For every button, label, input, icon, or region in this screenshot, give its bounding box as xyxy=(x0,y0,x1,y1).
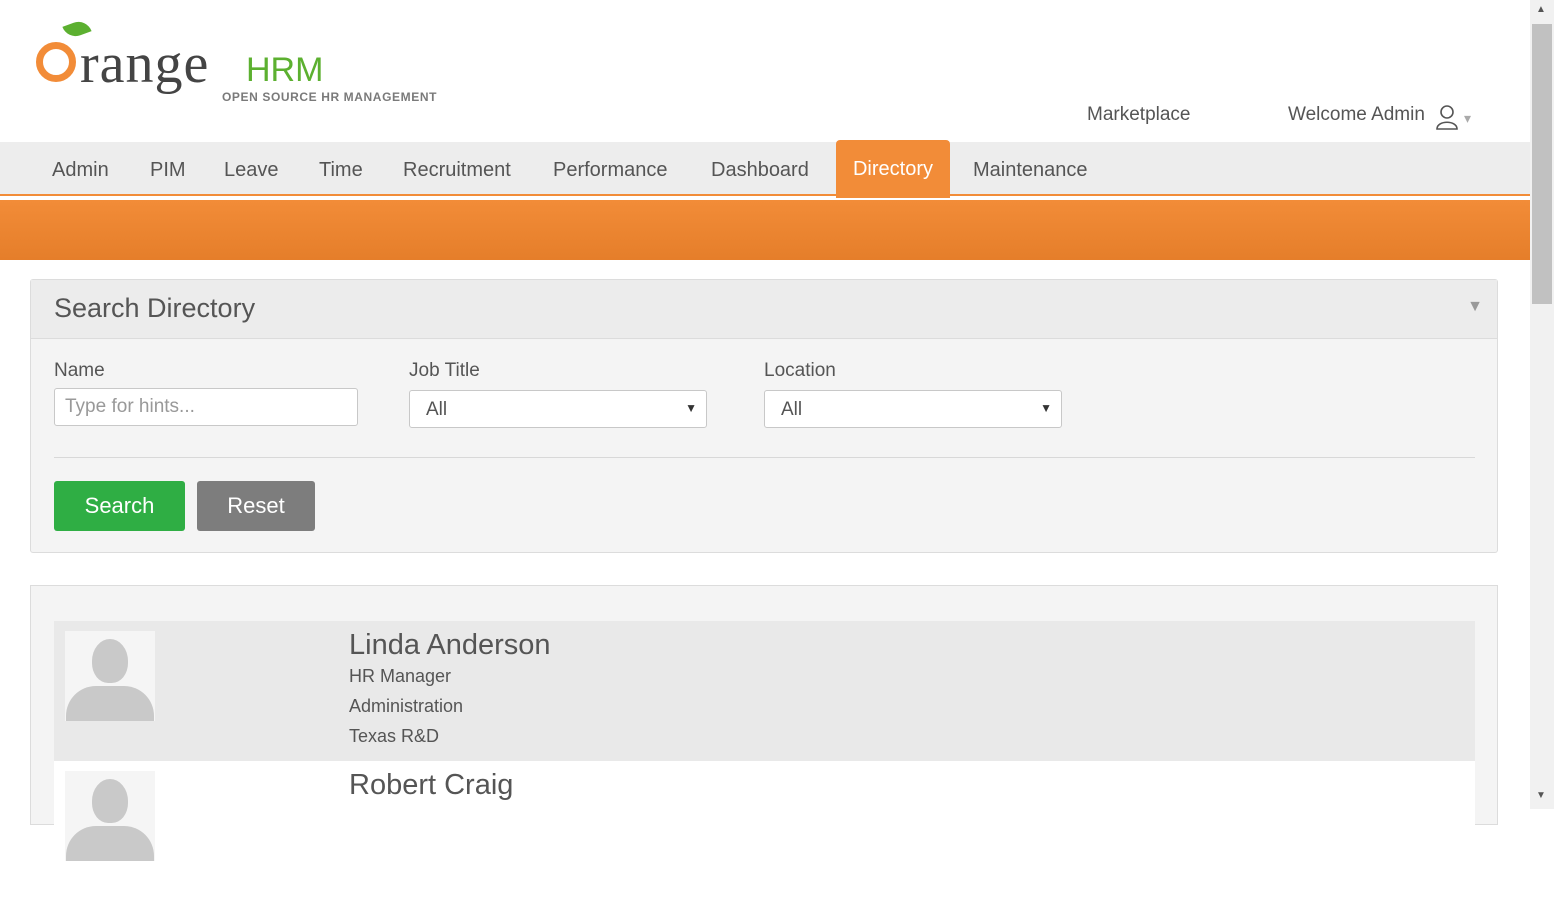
user-icon[interactable] xyxy=(1435,104,1459,130)
orangehrm-logo: range HRM OPEN SOURCE HR MANAGEMENT xyxy=(36,17,476,110)
search-button[interactable]: Search xyxy=(54,481,185,531)
collapse-toggle-icon[interactable]: ▼ xyxy=(1467,298,1483,316)
chevron-down-icon[interactable]: ▾ xyxy=(1464,110,1471,127)
job-title-label: Job Title xyxy=(409,360,480,381)
divider xyxy=(54,457,1475,458)
scroll-down-icon[interactable]: ▼ xyxy=(1536,790,1546,801)
menu-performance[interactable]: Performance xyxy=(553,142,668,198)
employee-photo-placeholder-icon xyxy=(65,631,155,721)
panel-title: Search Directory xyxy=(54,293,256,323)
logo-tagline: OPEN SOURCE HR MANAGEMENT xyxy=(222,90,438,104)
employee-department: Administration xyxy=(349,696,464,716)
menu-admin[interactable]: Admin xyxy=(52,142,109,198)
employee-name[interactable]: Linda Anderson xyxy=(349,629,551,662)
dropdown-arrow-icon: ▼ xyxy=(685,401,697,415)
orange-banner xyxy=(0,200,1530,260)
name-label: Name xyxy=(54,360,105,381)
employee-card[interactable]: Linda Anderson HR Manager Administration… xyxy=(54,621,1475,761)
location-select[interactable]: All ▼ xyxy=(764,390,1062,428)
job-title-value: All xyxy=(426,399,448,420)
logo-word: range xyxy=(80,33,210,95)
panel-header: Search Directory ▼ xyxy=(31,280,1497,339)
logo-hrm: HRM xyxy=(246,51,324,89)
employee-location: Texas R&D xyxy=(349,726,440,746)
menu-time[interactable]: Time xyxy=(319,142,363,198)
employee-photo-placeholder-icon xyxy=(65,771,155,861)
main-menu: Admin PIM Leave Time Recruitment Perform… xyxy=(0,140,1530,198)
menu-maintenance[interactable]: Maintenance xyxy=(973,142,1088,198)
orange-o-icon xyxy=(36,42,76,82)
menu-dashboard[interactable]: Dashboard xyxy=(711,142,809,198)
directory-results: Linda Anderson HR Manager Administration… xyxy=(30,585,1498,901)
scroll-up-icon[interactable]: ▲ xyxy=(1536,4,1546,15)
scrollbar-thumb[interactable] xyxy=(1532,24,1552,304)
search-directory-panel: Search Directory ▼ Name Job Title All ▼ … xyxy=(30,279,1498,553)
marketplace-link[interactable]: Marketplace xyxy=(1087,104,1191,126)
welcome-user-menu[interactable]: Welcome Admin xyxy=(1288,104,1425,126)
menu-leave[interactable]: Leave xyxy=(224,142,279,198)
employee-name[interactable]: Robert Craig xyxy=(349,769,513,802)
dropdown-arrow-icon: ▼ xyxy=(1040,401,1052,415)
menu-directory[interactable]: Directory xyxy=(836,140,950,198)
job-title-select[interactable]: All ▼ xyxy=(409,390,707,428)
menu-pim[interactable]: PIM xyxy=(150,142,186,198)
location-label: Location xyxy=(764,360,836,381)
employee-card[interactable]: Robert Craig xyxy=(54,761,1475,901)
employee-job-title: HR Manager xyxy=(349,666,452,686)
location-value: All xyxy=(781,399,803,420)
menu-recruitment[interactable]: Recruitment xyxy=(403,142,511,198)
reset-button[interactable]: Reset xyxy=(197,481,315,531)
name-input[interactable] xyxy=(54,388,358,426)
